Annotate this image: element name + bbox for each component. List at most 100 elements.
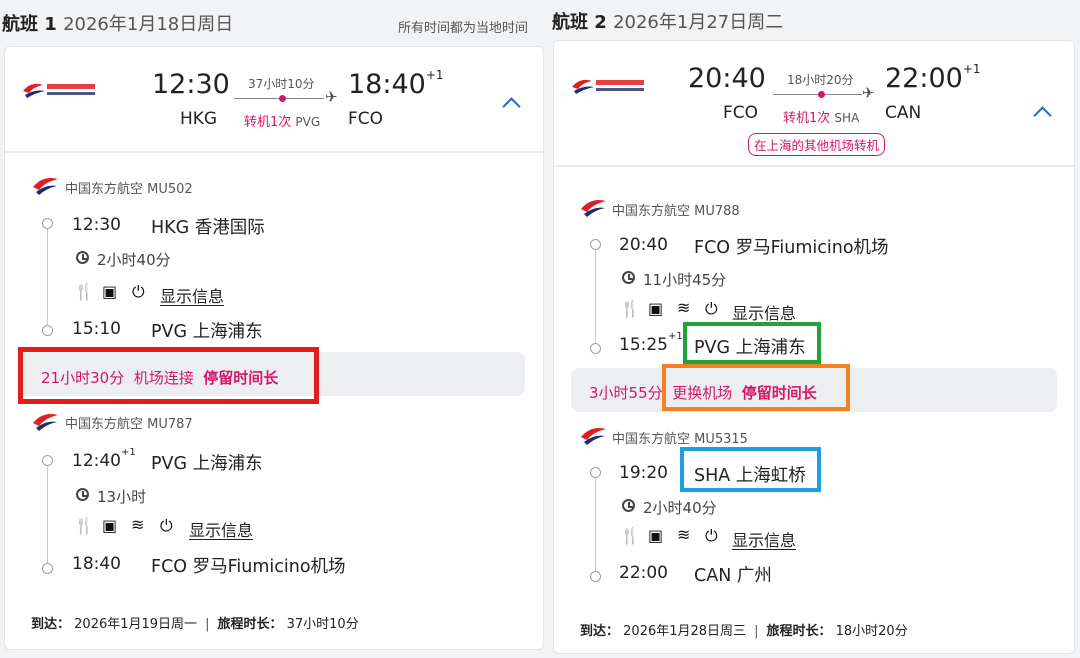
segment-depart-time: 12:40+1 [72,447,136,471]
segment-arrive-time: 22:00 [619,563,668,583]
highlight-box-blue [680,447,821,492]
airport-change-warning: 在上海的其他机场转机 [748,133,886,156]
segment-depart-time: 12:30 [72,215,121,235]
summary-depart-time: 12:30 [152,69,230,100]
collapse-chevron-icon[interactable] [502,97,521,116]
summary-divider [5,151,543,153]
clock-icon [76,488,89,501]
summary-depart-time: 20:40 [688,63,766,94]
stop-dot [279,95,286,102]
wifi-icon: ≋ [677,525,691,544]
show-info-link[interactable]: 显示信息 [189,517,253,541]
segment-airline: 中国东方航空 MU787 [65,417,193,432]
flight-footer: 到达： 2026年1月19日周一 | 旅程时长： 37小时10分 [31,617,359,632]
timezone-note: 所有时间都为当地时间 [398,21,529,36]
segment-duration: 2小时40分 [97,251,171,269]
flight-1-date: 2026年1月18日周日 [63,14,234,35]
segment-arrive-airport: PVG 上海浦东 [151,322,263,342]
screen-icon: ▣ [102,516,118,535]
summary-depart-code: FCO [723,103,759,123]
meal-icon: 🍴 [74,282,94,301]
summary-arrive-time: 22:00+1 [885,62,981,94]
highlight-box-red [18,347,319,404]
arrive-date: 2026年1月28日周三 [623,624,747,639]
total-duration: 18小时20分 [835,624,908,639]
segment-duration: 2小时40分 [643,499,717,517]
show-info-link[interactable]: 显示信息 [732,527,796,551]
summary-arrive-time: 18:40+1 [348,68,444,100]
airline-logo-icon [581,200,606,217]
show-info-link[interactable]: 显示信息 [732,300,796,324]
day-offset: +1 [668,331,683,343]
timeline-dot [590,571,601,582]
flight-2-date: 2026年1月27日周二 [613,12,784,33]
segment-timeline [595,241,596,349]
highlight-box-green [683,322,821,364]
summary-duration: 37小时10分 [248,77,315,91]
plane-icon: ✈ [862,84,875,102]
highlight-box-orange [662,364,850,411]
day-offset: +1 [962,62,981,76]
day-offset: +1 [425,68,444,82]
summary-duration: 18小时20分 [787,73,854,87]
flight-1-summary[interactable]: 12:30 18:40+1 HKG FCO 37小时10分 ✈ 转机1次 PVG [5,47,543,151]
airline-logo-icon [33,414,58,431]
summary-arrive-code: FCO [348,109,384,129]
summary-stops: 转机1次 PVG [244,115,321,130]
total-duration: 37小时10分 [286,617,359,632]
segment-duration: 13小时 [97,488,147,506]
flight-footer: 到达： 2026年1月28日周三 | 旅程时长： 18小时20分 [580,624,908,639]
flight-1-label: 航班 1 [2,14,57,35]
collapse-chevron-icon[interactable] [1033,106,1052,125]
segment-depart-time: 20:40 [619,235,668,255]
segment-depart-time: 19:20 [619,463,668,483]
plane-icon: ✈ [325,88,338,106]
flight-1-title: 航班 1 2026年1月18日周日 [2,10,233,36]
segment-depart-airport: PVG 上海浦东 [151,454,263,474]
arrive-date: 2026年1月19日周一 [74,617,198,632]
meal-icon: 🍴 [620,526,640,545]
segment-arrive-time: 15:10 [72,319,121,339]
segment-arrive-airport: CAN 广州 [694,566,772,586]
segment-airline: 中国东方航空 MU788 [612,204,740,219]
power-icon: ⏻ [160,516,173,535]
power-icon: ⏻ [705,299,718,318]
summary-stops: 转机1次 SHA [783,111,860,126]
wifi-icon: ≋ [677,298,691,317]
segment-timeline [47,219,48,327]
meal-icon: 🍴 [620,299,640,318]
timeline-dot [590,343,601,354]
wifi-icon: ≋ [131,515,145,534]
segment-depart-airport: FCO 罗马Fiumicino机场 [694,238,889,258]
segment-timeline [595,469,596,577]
china-eastern-logo [23,83,95,98]
china-eastern-logo [572,79,644,94]
timeline-dot [42,563,53,574]
flight-2-label: 航班 2 [552,12,607,33]
segment-airline: 中国东方航空 MU502 [65,182,193,197]
meal-icon: 🍴 [74,516,94,535]
segment-airline: 中国东方航空 MU5315 [612,432,748,447]
day-offset: +1 [121,447,136,459]
segment-timeline [47,457,48,569]
show-info-link[interactable]: 显示信息 [160,283,224,307]
flight-2-title: 航班 2 2026年1月27日周二 [552,8,783,34]
power-icon: ⏻ [132,282,145,301]
summary-divider [554,165,1074,167]
flight-2-summary[interactable]: 20:40 22:00+1 FCO CAN 18小时20分 ✈ 转机1次 SHA… [554,41,1074,165]
timeline-dot [590,467,601,478]
power-icon: ⏻ [705,526,718,545]
timeline-dot [42,218,53,229]
stop-dot [818,91,825,98]
screen-icon: ▣ [102,282,118,301]
clock-icon [76,251,89,264]
airline-logo-icon [33,178,58,195]
segment-duration: 11小时45分 [643,271,727,289]
timeline-dot [42,325,53,336]
segment-arrive-airport: FCO 罗马Fiumicino机场 [151,557,346,577]
summary-depart-code: HKG [180,109,218,129]
segment-arrive-time: 18:40 [72,554,121,574]
summary-arrive-code: CAN [885,103,922,123]
segment-arrive-time: 15:25+1 [619,331,683,355]
screen-icon: ▣ [648,299,664,318]
